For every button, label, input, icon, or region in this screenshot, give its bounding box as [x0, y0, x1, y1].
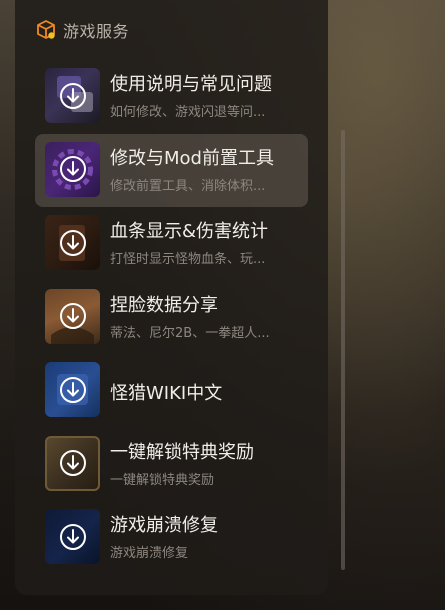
cube-icon — [35, 19, 57, 41]
item-subtitle: 游戏崩溃修复 — [110, 546, 189, 561]
item-thumbnail — [45, 288, 100, 344]
item-title: 捏脸数据分享 — [110, 294, 218, 316]
game-services-panel: 游戏服务 使用说明与常见问题 如何修改、游戏闪退等问... 修改与Mod前置工具… — [15, 0, 328, 595]
list-item-wiki[interactable]: 怪猎WIKI中文 — [35, 354, 308, 428]
item-subtitle: 修改前置工具、消除体积... — [110, 178, 266, 194]
item-title: 游戏崩溃修复 — [110, 515, 218, 536]
item-subtitle: 一键解锁特典奖励 — [110, 472, 215, 488]
service-list: 使用说明与常见问题 如何修改、游戏闪退等问... 修改与Mod前置工具 修改前置… — [35, 60, 308, 575]
item-thumbnail — [45, 509, 100, 564]
item-thumbnail — [45, 435, 100, 491]
item-title: 使用说明与常见问题 — [110, 74, 272, 95]
item-thumbnail — [45, 68, 100, 123]
download-icon — [59, 303, 86, 329]
download-icon — [59, 229, 86, 256]
item-title: 血条显示&伤害统计 — [110, 221, 269, 242]
list-item-mod-tools[interactable]: 修改与Mod前置工具 修改前置工具、消除体积... — [35, 133, 308, 207]
download-icon — [59, 450, 86, 476]
item-thumbnail — [45, 215, 100, 270]
list-item-health-bar[interactable]: 血条显示&伤害统计 打怪时显示怪物血条、玩... — [35, 207, 308, 281]
item-thumbnail — [45, 141, 100, 197]
item-subtitle: 打怪时显示怪物血条、玩... — [110, 252, 266, 267]
item-title: 怪猎WIKI中文 — [110, 383, 223, 404]
item-title: 修改与Mod前置工具 — [110, 147, 274, 169]
item-thumbnail — [45, 362, 100, 417]
list-item-face-data[interactable]: 捏脸数据分享 蒂法、尼尔2B、一拳超人... — [35, 281, 308, 355]
list-item-unlock-rewards[interactable]: 一键解锁特典奖励 一键解锁特典奖励 — [35, 428, 308, 502]
scrollbar[interactable] — [341, 130, 345, 570]
list-item-crash-fix[interactable]: 游戏崩溃修复 游戏崩溃修复 — [35, 501, 308, 575]
panel-header: 游戏服务 — [35, 18, 129, 42]
list-item-usage-guide[interactable]: 使用说明与常见问题 如何修改、游戏闪退等问... — [35, 60, 308, 134]
item-title: 一键解锁特典奖励 — [110, 441, 254, 463]
item-subtitle: 如何修改、游戏闪退等问... — [110, 105, 266, 120]
download-icon — [59, 376, 86, 403]
item-subtitle: 蒂法、尼尔2B、一拳超人... — [110, 325, 270, 341]
download-icon — [59, 156, 86, 182]
download-icon — [59, 523, 86, 550]
panel-title: 游戏服务 — [63, 22, 130, 41]
download-icon — [59, 82, 86, 109]
